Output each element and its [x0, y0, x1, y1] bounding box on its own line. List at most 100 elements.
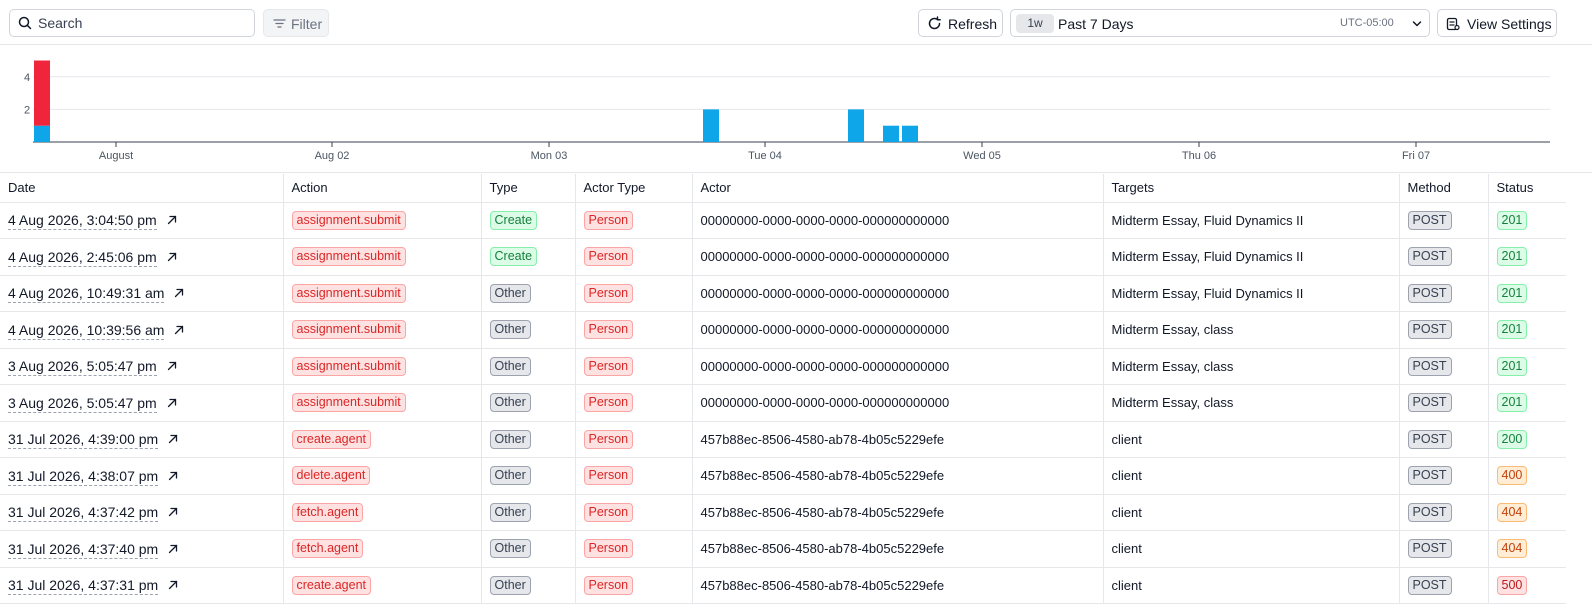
date-link[interactable]: 3 Aug 2026, 5:05:47 pm	[8, 358, 157, 377]
cell-status: 201	[1488, 384, 1566, 422]
external-link-icon[interactable]	[168, 434, 178, 444]
filter-label: Filter	[291, 16, 323, 32]
table-row[interactable]: 4 Aug 2026, 2:45:06 pm assignment.submit C…	[0, 238, 1566, 276]
column-header-targets[interactable]: Targets	[1103, 174, 1400, 203]
cell-actor-type: Person	[575, 238, 693, 276]
view-settings-button[interactable]: View Settings	[1437, 9, 1557, 37]
status-badge: 201	[1496, 283, 1528, 303]
status-badge: 201	[1496, 210, 1528, 230]
actor-id: 457b88ec-8506-4580-ab78-4b05c5229efe	[700, 431, 945, 447]
actor-id: 00000000-0000-0000-0000-000000000000	[700, 395, 950, 411]
table-row[interactable]: 31 Jul 2026, 4:38:07 pm delete.agent Other…	[0, 457, 1566, 495]
x-tick-label: Mon 03	[531, 150, 568, 162]
external-link-icon[interactable]	[168, 507, 178, 517]
targets-text: client	[1111, 468, 1142, 484]
actor-type-badge: Person	[583, 539, 634, 559]
cell-actor: 00000000-0000-0000-0000-000000000000	[692, 275, 1104, 312]
x-tick-label: August	[99, 150, 133, 162]
refresh-button[interactable]: Refresh	[918, 9, 1003, 37]
search-input[interactable]	[38, 13, 248, 33]
column-header-status[interactable]: Status	[1488, 174, 1566, 203]
column-header-actor[interactable]: Actor	[692, 174, 1104, 203]
cell-actor: 457b88ec-8506-4580-ab78-4b05c5229efe	[692, 421, 1104, 458]
date-link[interactable]: 31 Jul 2026, 4:38:07 pm	[8, 467, 159, 486]
table-row[interactable]: 31 Jul 2026, 4:37:40 pm fetch.agent Other P…	[0, 530, 1566, 568]
status-badge: 201	[1496, 320, 1528, 340]
external-link-icon[interactable]	[168, 471, 178, 481]
actor-type-badge: Person	[583, 283, 634, 303]
table-row[interactable]: 31 Jul 2026, 4:37:42 pm fetch.agent Other P…	[0, 494, 1566, 531]
table-row[interactable]: 4 Aug 2026, 10:49:31 am assignment.submit…	[0, 275, 1566, 312]
table-row[interactable]: 31 Jul 2026, 4:39:00 pm create.agent Other…	[0, 421, 1566, 458]
cell-type: Other	[481, 567, 576, 604]
cell-date: 4 Aug 2026, 2:45:06 pm	[0, 238, 284, 276]
cell-targets: Midterm Essay, Fluid Dynamics II	[1103, 238, 1400, 276]
cell-actor: 457b88ec-8506-4580-ab78-4b05c5229efe	[692, 530, 1104, 568]
external-link-icon[interactable]	[167, 361, 177, 371]
cell-actor: 457b88ec-8506-4580-ab78-4b05c5229efe	[692, 567, 1104, 604]
actor-id: 457b88ec-8506-4580-ab78-4b05c5229efe	[700, 504, 945, 520]
status-badge: 200	[1496, 429, 1528, 449]
column-header-date[interactable]: Date	[0, 174, 284, 203]
column-header-action[interactable]: Action	[283, 174, 482, 203]
histogram-svg: 2 4 August Aug 02 Mon 03 Tue 04 Wed 05 Thu 06 Fr…	[24, 60, 1550, 162]
column-header-method[interactable]: Method	[1399, 174, 1489, 203]
status-badge: 201	[1496, 247, 1528, 267]
type-badge: Create	[489, 247, 538, 267]
actor-type-badge: Person	[583, 466, 634, 486]
date-link[interactable]: 3 Aug 2026, 5:05:47 pm	[8, 394, 157, 413]
search-box[interactable]	[9, 9, 255, 37]
external-link-icon[interactable]	[168, 544, 178, 554]
cell-action: assignment.submit	[283, 275, 482, 312]
targets-text: client	[1111, 541, 1142, 557]
date-link[interactable]: 31 Jul 2026, 4:37:42 pm	[8, 504, 159, 523]
date-link[interactable]: 4 Aug 2026, 2:45:06 pm	[8, 248, 157, 267]
external-link-icon[interactable]	[168, 580, 178, 590]
y-tick-label: 4	[24, 72, 30, 84]
external-link-icon[interactable]	[174, 288, 184, 298]
table-row[interactable]: 3 Aug 2026, 5:05:47 pm assignment.submit O…	[0, 384, 1566, 422]
cell-status: 201	[1488, 202, 1566, 239]
external-link-icon[interactable]	[174, 325, 184, 335]
table-row[interactable]: 3 Aug 2026, 5:05:47 pm assignment.submit O…	[0, 348, 1566, 385]
cell-actor-type: Person	[575, 421, 693, 458]
cell-actor-type: Person	[575, 530, 693, 568]
method-badge: POST	[1407, 466, 1452, 486]
column-header-type[interactable]: Type	[481, 174, 576, 203]
status-badge: 201	[1496, 393, 1528, 413]
external-link-icon[interactable]	[167, 252, 177, 262]
cell-date: 4 Aug 2026, 10:39:56 am	[0, 311, 284, 349]
column-header-actor-type[interactable]: Actor Type	[575, 174, 693, 203]
cell-method: POST	[1399, 311, 1489, 349]
date-link[interactable]: 4 Aug 2026, 10:39:56 am	[8, 321, 165, 340]
action-badge: assignment.submit	[291, 393, 406, 413]
cell-actor-type: Person	[575, 494, 693, 531]
cell-targets: Midterm Essay, class	[1103, 311, 1400, 349]
refresh-label: Refresh	[948, 16, 998, 32]
action-badge: create.agent	[291, 429, 371, 449]
external-link-icon[interactable]	[167, 215, 177, 225]
cell-actor: 00000000-0000-0000-0000-000000000000	[692, 384, 1104, 422]
cell-actor: 457b88ec-8506-4580-ab78-4b05c5229efe	[692, 457, 1104, 495]
table-row[interactable]: 4 Aug 2026, 3:04:50 pm assignment.submit C…	[0, 202, 1566, 239]
type-badge: Other	[489, 320, 531, 340]
cell-actor-type: Person	[575, 567, 693, 604]
x-tick-label: Thu 06	[1182, 150, 1216, 162]
method-badge: POST	[1407, 247, 1452, 267]
chevron-down-icon	[1412, 21, 1422, 27]
date-link[interactable]: 4 Aug 2026, 10:49:31 am	[8, 285, 165, 304]
external-link-icon[interactable]	[167, 398, 177, 408]
cell-type: Other	[481, 311, 576, 349]
cell-status: 201	[1488, 238, 1566, 276]
date-link[interactable]: 31 Jul 2026, 4:39:00 pm	[8, 431, 159, 450]
date-link[interactable]: 31 Jul 2026, 4:37:40 pm	[8, 540, 159, 559]
date-link[interactable]: 4 Aug 2026, 3:04:50 pm	[8, 212, 157, 231]
targets-text: Midterm Essay, class	[1111, 358, 1234, 374]
time-range-select[interactable]: 1w Past 7 Days UTC-05:00	[1010, 9, 1430, 37]
date-link[interactable]: 31 Jul 2026, 4:37:31 pm	[8, 577, 159, 596]
actor-type-badge: Person	[583, 575, 634, 595]
table-row[interactable]: 31 Jul 2026, 4:37:31 pm create.agent Other…	[0, 567, 1566, 604]
table-row[interactable]: 4 Aug 2026, 10:39:56 am assignment.submit…	[0, 311, 1566, 349]
filter-button[interactable]: Filter	[263, 9, 329, 37]
cell-actor-type: Person	[575, 384, 693, 422]
